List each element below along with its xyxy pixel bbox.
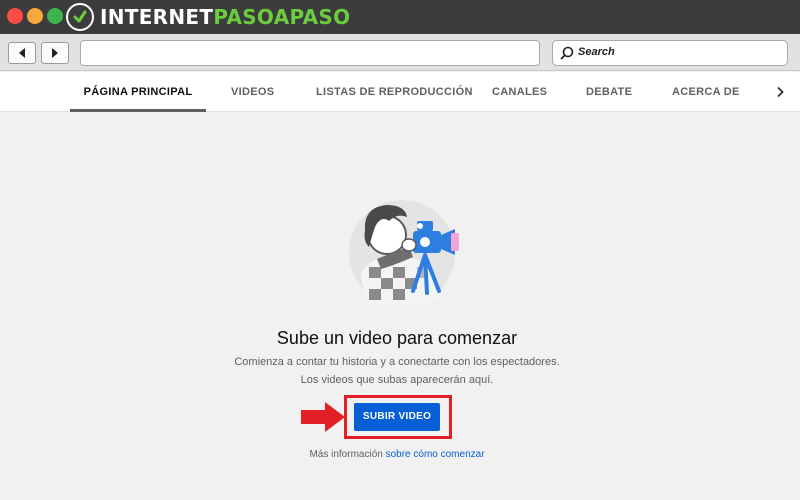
more-info-label: Más información (309, 449, 383, 460)
channel-tabs: PÁGINA PRINCIPAL VIDEOS LISTAS DE REPROD… (0, 72, 800, 112)
search-placeholder: Search (578, 46, 615, 58)
brand-prefix: INTERNET (100, 5, 214, 29)
brand-logo: INTERNETPASOAPASO (66, 3, 350, 31)
getting-started-link[interactable]: sobre cómo comenzar (386, 449, 485, 460)
chevron-right-icon[interactable] (774, 86, 786, 98)
back-button[interactable] (8, 42, 36, 64)
upload-video-button[interactable]: SUBIR VIDEO (354, 403, 440, 431)
close-window-button[interactable] (7, 8, 23, 24)
browser-search-input[interactable]: Search (552, 40, 788, 66)
back-arrow-icon (19, 48, 25, 58)
more-info-text: Más información sobre cómo comenzar (0, 449, 794, 460)
tab-debate[interactable]: DEBATE (586, 72, 632, 112)
forward-arrow-icon (52, 48, 58, 58)
tab-home[interactable]: PÁGINA PRINCIPAL (70, 72, 206, 112)
search-icon (560, 46, 574, 60)
minimize-window-button[interactable] (27, 8, 43, 24)
forward-button[interactable] (41, 42, 69, 64)
red-arrow-icon (301, 402, 345, 432)
videographer-illustration (349, 200, 459, 306)
maximize-window-button[interactable] (47, 8, 63, 24)
tab-videos[interactable]: VIDEOS (231, 72, 274, 112)
brand-name: INTERNETPASOAPASO (100, 3, 350, 31)
empty-state-title: Sube un video para comenzar (276, 328, 518, 348)
logo-icon (66, 3, 94, 31)
empty-state-description: Comienza a contar tu historia y a conect… (234, 356, 560, 386)
address-bar[interactable] (80, 40, 540, 66)
tab-channels[interactable]: CANALES (492, 72, 547, 112)
tab-about[interactable]: ACERCA DE (672, 72, 739, 112)
window-titlebar: INTERNETPASOAPASO (0, 0, 800, 34)
browser-toolbar: Search (0, 34, 800, 71)
tab-playlists[interactable]: LISTAS DE REPRODUCCIÓN (316, 72, 472, 112)
brand-accent: PASOAPASO (213, 5, 351, 29)
